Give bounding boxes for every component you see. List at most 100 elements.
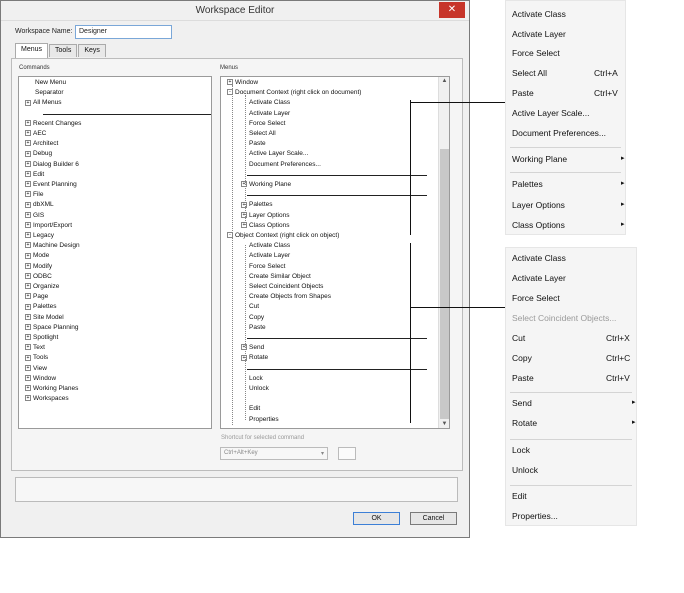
- plus-box-icon[interactable]: +: [241, 222, 247, 229]
- ok-button[interactable]: OK: [353, 512, 400, 525]
- plus-box-icon[interactable]: +: [25, 232, 31, 239]
- plus-box-icon[interactable]: +: [25, 364, 31, 371]
- plus-box-icon[interactable]: +: [25, 334, 31, 341]
- context-menu-item[interactable]: Paste Ctrl+V: [512, 373, 630, 383]
- menu-command-item[interactable]: Activate Layer: [249, 252, 290, 260]
- menu-command-item[interactable]: + Working Plane: [241, 181, 291, 189]
- command-item[interactable]: + View: [25, 365, 47, 373]
- command-item[interactable]: + File: [25, 191, 43, 199]
- context-menu-item[interactable]: Activate Class: [512, 253, 566, 263]
- command-item[interactable]: + Architect: [25, 140, 58, 148]
- context-menu-item[interactable]: Send ▸: [512, 398, 636, 408]
- plus-box-icon[interactable]: +: [25, 375, 31, 382]
- command-item[interactable]: + Workspaces: [25, 395, 69, 403]
- command-item[interactable]: + GIS: [25, 212, 44, 220]
- plus-box-icon[interactable]: +: [25, 395, 31, 402]
- plus-box-icon[interactable]: +: [25, 140, 31, 147]
- menu-command-item[interactable]: Create Similar Object: [249, 273, 311, 281]
- tab-keys[interactable]: Keys: [78, 44, 106, 57]
- cancel-button[interactable]: Cancel: [410, 512, 457, 525]
- plus-box-icon[interactable]: +: [25, 222, 31, 229]
- context-menu-item[interactable]: Edit: [512, 491, 527, 501]
- plus-box-icon[interactable]: +: [241, 201, 247, 208]
- tab-tools[interactable]: Tools: [49, 44, 78, 57]
- context-menu-item[interactable]: Copy Ctrl+C: [512, 353, 630, 363]
- context-menu-item[interactable]: Activate Layer: [512, 29, 566, 39]
- command-item[interactable]: + Debug: [25, 150, 52, 158]
- plus-box-icon[interactable]: +: [25, 242, 31, 249]
- plus-box-icon[interactable]: +: [241, 181, 247, 188]
- menu-command-item[interactable]: Paste: [249, 324, 266, 332]
- menu-separator-line[interactable]: [247, 338, 427, 339]
- context-menu-item[interactable]: Force Select: [512, 293, 560, 303]
- menu-command-item[interactable]: Active Layer Scale...: [249, 150, 308, 158]
- plus-box-icon[interactable]: +: [25, 313, 31, 320]
- plus-box-icon[interactable]: +: [25, 385, 31, 392]
- plus-box-icon[interactable]: +: [25, 262, 31, 269]
- command-item[interactable]: + Tools: [25, 354, 48, 362]
- menu-command-item[interactable]: + Layer Options: [241, 212, 289, 220]
- command-item[interactable]: + All Menus: [25, 99, 62, 107]
- plus-box-icon[interactable]: +: [25, 191, 31, 198]
- menu-command-item[interactable]: Activate Layer: [249, 110, 290, 118]
- menu-command-item[interactable]: + Class Options: [241, 222, 289, 230]
- command-item[interactable]: + Import/Export: [25, 222, 72, 230]
- plus-box-icon[interactable]: +: [25, 201, 31, 208]
- menu-separator-line[interactable]: [247, 195, 427, 197]
- context-menu-item[interactable]: Select All Ctrl+A: [512, 68, 618, 78]
- command-item[interactable]: + Space Planning: [25, 324, 79, 332]
- menu-command-item[interactable]: Properties: [249, 416, 279, 424]
- command-item[interactable]: + Dialog Builder 6: [25, 161, 79, 169]
- menu-command-item[interactable]: Cut: [249, 303, 259, 311]
- plus-box-icon[interactable]: +: [25, 252, 31, 259]
- menu-separator-line[interactable]: [247, 368, 427, 370]
- command-item[interactable]: + AEC: [25, 130, 46, 138]
- plus-box-icon[interactable]: +: [25, 181, 31, 188]
- shortcut-select[interactable]: Ctrl+Alt+Key ▾: [220, 447, 328, 460]
- plus-box-icon[interactable]: +: [241, 354, 247, 361]
- plus-box-icon[interactable]: +: [241, 211, 247, 218]
- context-menu-item[interactable]: Working Plane ▸: [512, 154, 625, 164]
- context-menu-item[interactable]: Class Options ▸: [512, 220, 625, 230]
- context-menu-item[interactable]: Activate Layer: [512, 273, 566, 283]
- menus-tree-scrollbar[interactable]: ▲ ▼: [438, 77, 449, 428]
- command-item[interactable]: + Text: [25, 344, 45, 352]
- menu-command-item[interactable]: Edit: [249, 405, 260, 413]
- command-item[interactable]: + Event Planning: [25, 181, 77, 189]
- plus-box-icon[interactable]: +: [25, 211, 31, 218]
- workspace-name-input[interactable]: Designer: [75, 25, 172, 39]
- menus-tree[interactable]: + Window - Document Context (right click on…: [220, 76, 450, 429]
- plus-box-icon[interactable]: +: [25, 354, 31, 361]
- plus-box-icon[interactable]: +: [25, 273, 31, 280]
- menu-command-item[interactable]: Copy: [249, 314, 264, 322]
- tab-menus[interactable]: Menus: [15, 43, 49, 58]
- context-menu-item[interactable]: Document Preferences...: [512, 128, 606, 138]
- context-menu-item[interactable]: Unlock: [512, 465, 538, 475]
- command-item[interactable]: + Edit: [25, 171, 44, 179]
- plus-box-icon[interactable]: +: [25, 344, 31, 351]
- plus-box-icon[interactable]: +: [25, 99, 31, 106]
- plus-box-icon[interactable]: +: [25, 171, 31, 178]
- context-menu-item[interactable]: Lock: [512, 445, 530, 455]
- plus-box-icon[interactable]: +: [25, 120, 31, 127]
- command-item[interactable]: + Palettes: [25, 303, 57, 311]
- context-menu-item[interactable]: Paste Ctrl+V: [512, 88, 618, 98]
- context-menu-item[interactable]: Properties...: [512, 511, 558, 521]
- menu-command-item[interactable]: Unlock: [249, 385, 269, 393]
- context-menu-item[interactable]: Palettes ▸: [512, 179, 625, 189]
- plus-box-icon[interactable]: +: [25, 150, 31, 157]
- context-menu-item[interactable]: Rotate ▸: [512, 418, 636, 428]
- command-item[interactable]: + Page: [25, 293, 48, 301]
- command-item[interactable]: + Machine Design: [25, 242, 80, 250]
- menu-command-item[interactable]: Force Select: [249, 120, 286, 128]
- plus-box-icon[interactable]: +: [25, 324, 31, 331]
- menu-node[interactable]: - Document Context (right click on docume…: [227, 89, 361, 97]
- command-item[interactable]: + Modify: [25, 263, 52, 271]
- menu-command-item[interactable]: Create Objects from Shapes: [249, 293, 331, 301]
- command-item[interactable]: + Site Model: [25, 314, 64, 322]
- command-item[interactable]: + dbXML: [25, 201, 54, 209]
- command-item[interactable]: + Legacy: [25, 232, 54, 240]
- command-item[interactable]: + Working Planes: [25, 385, 78, 393]
- menu-separator-line[interactable]: [247, 174, 427, 176]
- plus-box-icon[interactable]: +: [25, 160, 31, 167]
